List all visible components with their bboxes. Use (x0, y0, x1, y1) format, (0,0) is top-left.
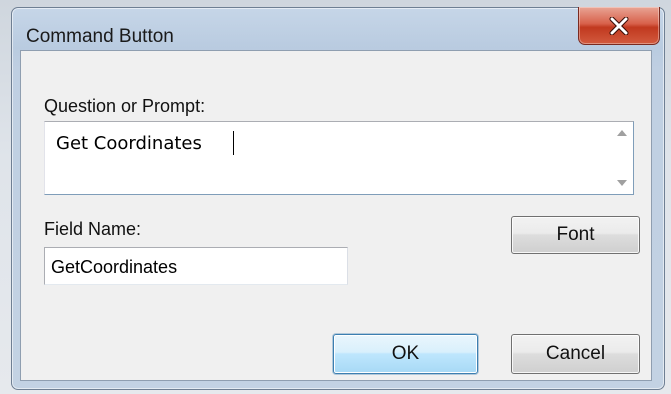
question-text: Get Coordinates (56, 133, 202, 154)
scroll-up-arrow-icon[interactable] (611, 122, 633, 144)
close-icon (609, 16, 629, 35)
cancel-button[interactable]: Cancel (511, 334, 640, 374)
textarea-scrollbar[interactable] (611, 122, 633, 194)
question-label: Question or Prompt: (44, 96, 206, 116)
ok-button[interactable]: OK (333, 334, 478, 374)
field-name-label: Field Name: (44, 219, 142, 239)
dialog-body: Question or Prompt: Get Coordinates Fiel… (20, 50, 652, 381)
command-button-dialog: Command Button Question or Prompt: Get C… (11, 7, 665, 390)
dialog-title: Command Button (26, 26, 174, 47)
scroll-down-arrow-icon[interactable] (611, 172, 633, 194)
font-button[interactable]: Font (511, 216, 640, 254)
close-button[interactable] (578, 7, 660, 45)
question-textarea[interactable]: Get Coordinates (44, 121, 634, 195)
text-caret (233, 131, 234, 155)
field-name-input[interactable]: GetCoordinates (44, 247, 348, 285)
